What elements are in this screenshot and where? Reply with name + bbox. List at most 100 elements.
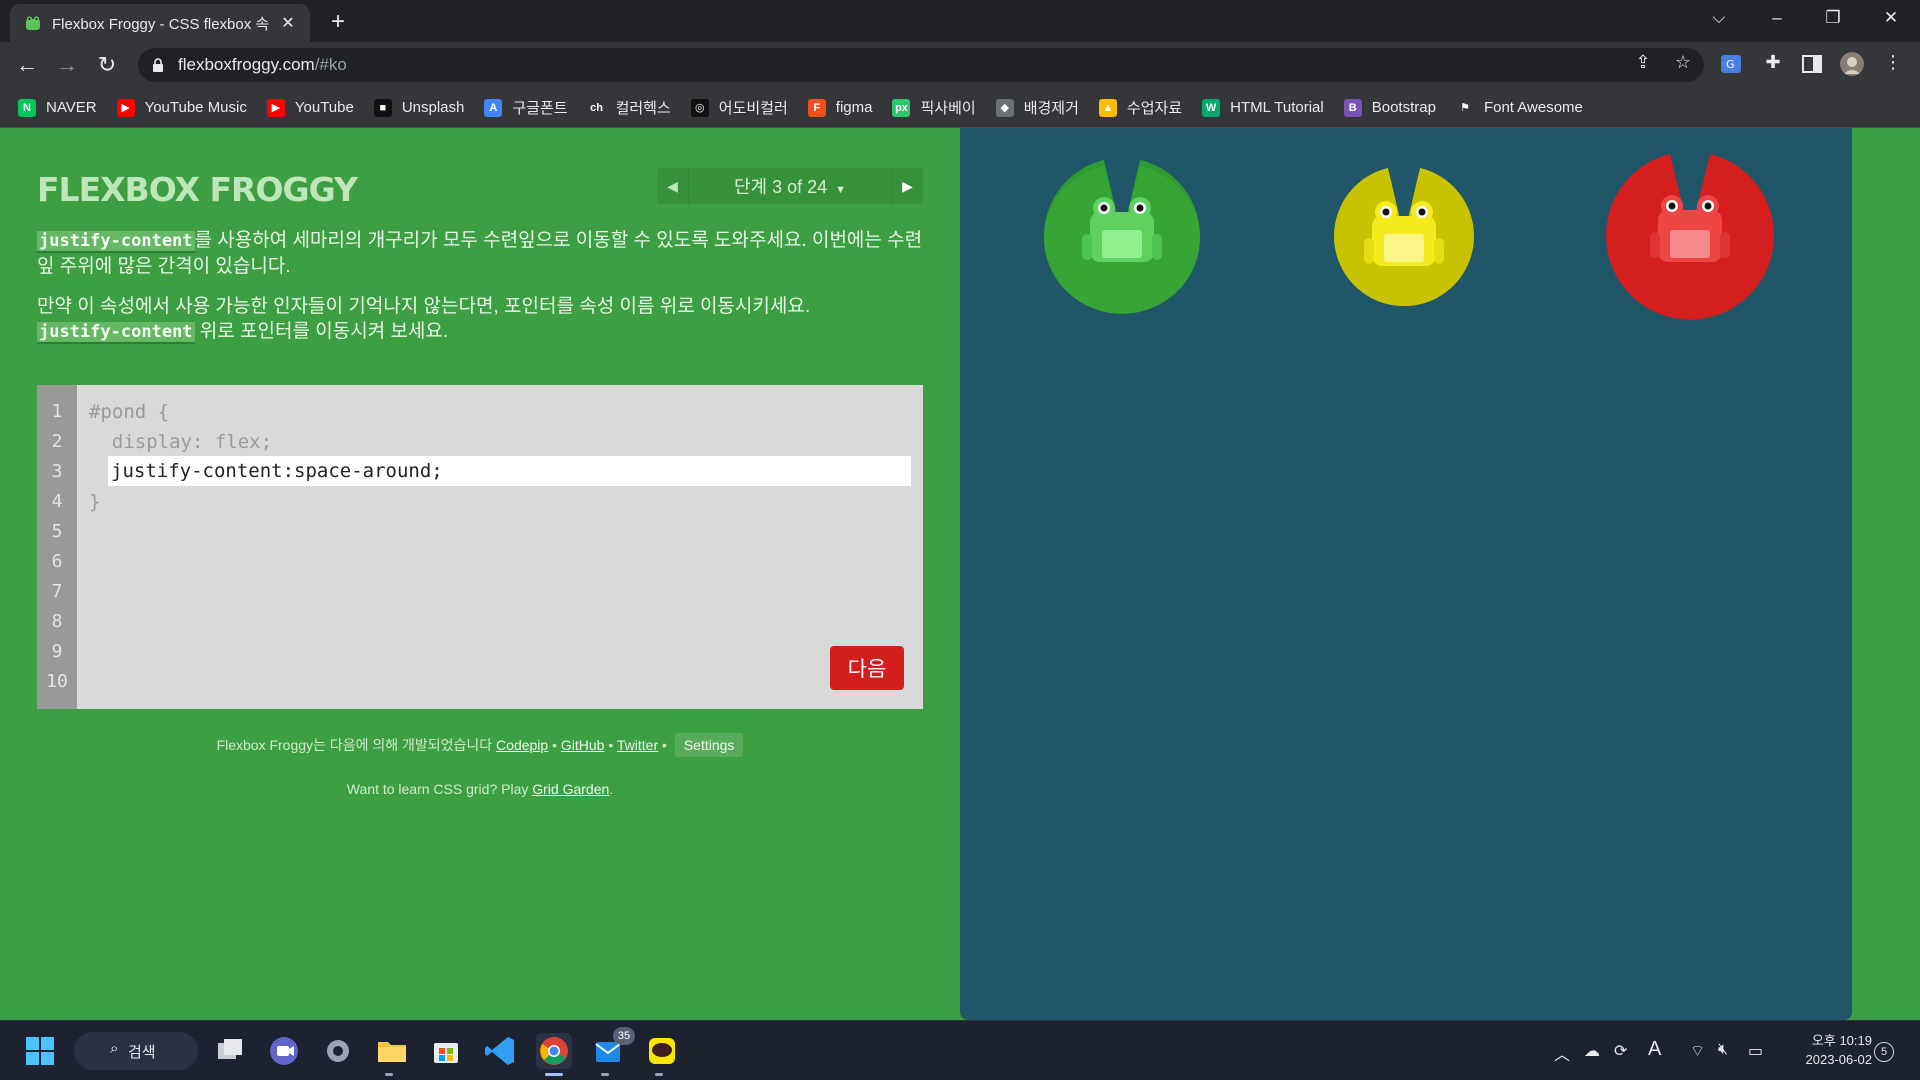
tab-strip: Flexbox Froggy - CSS flexbox 속 ✕ + ⌵ – ❐… bbox=[0, 0, 1920, 42]
google-translate-icon[interactable]: G bbox=[1720, 52, 1744, 76]
line-number: 4 bbox=[51, 491, 63, 512]
bookmark-label: 구글폰트 bbox=[512, 100, 568, 117]
pond-board bbox=[960, 128, 1852, 1020]
line-number: 7 bbox=[51, 581, 63, 602]
kakaotalk-running-indicator bbox=[655, 1073, 663, 1076]
bookmark-pixabay[interactable]: px 픽사베이 bbox=[892, 97, 976, 118]
frog-favicon-icon bbox=[26, 16, 40, 30]
bookmark-figma[interactable]: Ffigma bbox=[807, 98, 872, 117]
back-button[interactable]: ← bbox=[12, 50, 42, 80]
tray-overflow-chevron-icon[interactable]: ︿ bbox=[1554, 1041, 1570, 1065]
next-level-arrow-icon[interactable]: ▶ bbox=[891, 168, 923, 204]
bookmark-remove-bg[interactable]: ◆ 배경제거 bbox=[995, 97, 1079, 118]
level-indicator[interactable]: 단계 3 of 24 ▼ bbox=[689, 173, 891, 199]
font-awesome-icon: ⚑ bbox=[1455, 98, 1474, 117]
taskbar-search[interactable]: ⌕ 검색 bbox=[74, 1032, 198, 1070]
battery-icon[interactable]: ▭ bbox=[1748, 1041, 1763, 1061]
bookmark-w3schools[interactable]: W HTML Tutorial bbox=[1202, 98, 1324, 117]
address-bar[interactable]: flexboxfroggy.com/#ko bbox=[138, 48, 1704, 82]
bookmark-youtube-music[interactable]: ▶ YouTube Music bbox=[116, 98, 247, 117]
bookmark-naver[interactable]: N NAVER bbox=[18, 98, 97, 117]
minimize-button[interactable]: – bbox=[1762, 8, 1792, 28]
reload-button[interactable]: ↻ bbox=[92, 50, 122, 80]
kakaotalk-icon[interactable] bbox=[644, 1033, 680, 1069]
tab-title: Flexbox Froggy - CSS flexbox 속 bbox=[52, 15, 270, 33]
twitter-link[interactable]: Twitter bbox=[617, 737, 658, 753]
onedrive-cloud-icon[interactable]: ☁ bbox=[1584, 1041, 1600, 1061]
previous-level-arrow-icon[interactable]: ◀ bbox=[657, 168, 689, 204]
red-lilypad-with-frog bbox=[1606, 154, 1774, 320]
bookmark-font-awesome[interactable]: ⚑ Font Awesome bbox=[1455, 98, 1583, 117]
microsoft-store-icon[interactable] bbox=[428, 1033, 464, 1069]
green-lilypad-with-frog bbox=[1044, 160, 1200, 314]
game-logo: FLEXBOX FROGGY bbox=[37, 170, 358, 209]
task-view-icon[interactable] bbox=[212, 1033, 248, 1069]
css-code-input[interactable] bbox=[108, 456, 911, 486]
bookmark-unsplash[interactable]: ■ Unsplash bbox=[373, 98, 464, 117]
grid-garden-link[interactable]: Grid Garden bbox=[532, 781, 609, 797]
profile-avatar[interactable] bbox=[1840, 52, 1864, 76]
line-number: 3 bbox=[51, 461, 63, 482]
line-number: 9 bbox=[51, 641, 63, 662]
green-frog-icon bbox=[1082, 197, 1162, 262]
justify-content-hint-keyword[interactable]: justify-content bbox=[37, 322, 195, 344]
taskbar-clock[interactable]: 오후 10:19 2023-06-02 bbox=[1782, 1031, 1873, 1069]
windows-taskbar: ⌕ 검색 35 ︿ ☁ ⟳ A ⌔ 🔇︎ ▭ 오후 10:19 2023-06-… bbox=[0, 1020, 1920, 1080]
speaker-muted-icon[interactable]: 🔇︎ bbox=[1718, 1041, 1728, 1059]
url-text: flexboxfroggy.com/#ko bbox=[178, 55, 347, 74]
youtube-music-icon: ▶ bbox=[116, 98, 135, 117]
instructions-paragraph-1: justify-content 를 사용하여 세마리의 개구리가 모두 수련잎으로… bbox=[37, 230, 923, 277]
line-number: 5 bbox=[51, 521, 63, 542]
sync-icon[interactable]: ⟳ bbox=[1614, 1041, 1627, 1061]
windows-start-icon[interactable] bbox=[22, 1033, 58, 1069]
unsplash-icon: ■ bbox=[373, 98, 392, 117]
close-tab-icon[interactable]: ✕ bbox=[278, 13, 298, 33]
vscode-icon[interactable] bbox=[482, 1033, 518, 1069]
input-method-icon[interactable]: A bbox=[1648, 1038, 1661, 1061]
bookmark-star-icon[interactable]: ☆ bbox=[1670, 52, 1696, 73]
bookmark-label: 컬러헥스 bbox=[615, 100, 671, 117]
new-tab-button[interactable]: + bbox=[324, 8, 352, 36]
bookmark-google-drive[interactable]: ▲ 수업자료 bbox=[1098, 97, 1182, 118]
grid-garden-promo: Want to learn CSS grid? Play Grid Garden… bbox=[346, 781, 614, 797]
wifi-icon[interactable]: ⌔ bbox=[1690, 1041, 1705, 1061]
bookmark-google-fonts[interactable]: A 구글폰트 bbox=[484, 97, 568, 118]
extensions-puzzle-icon[interactable]: ✚ bbox=[1760, 52, 1786, 73]
share-icon[interactable]: ⇪ bbox=[1630, 52, 1656, 73]
tab-search-chevron-icon[interactable]: ⌵ bbox=[1704, 8, 1734, 28]
bookmark-youtube[interactable]: ▶ YouTube bbox=[266, 98, 354, 117]
restore-button[interactable]: ❐ bbox=[1818, 8, 1848, 28]
line-number: 2 bbox=[51, 431, 63, 452]
next-button[interactable]: 다음 bbox=[830, 646, 904, 690]
browser-tab-active[interactable]: Flexbox Froggy - CSS flexbox 속 ✕ bbox=[10, 4, 310, 42]
clock-time: 오후 10:19 bbox=[1811, 1033, 1872, 1048]
close-window-button[interactable]: ✕ bbox=[1876, 8, 1906, 28]
teams-chat-icon[interactable] bbox=[266, 1033, 302, 1069]
browser-menu-icon[interactable]: ⋮ bbox=[1880, 52, 1906, 73]
bookmark-label: 배경제거 bbox=[1023, 100, 1079, 117]
line-number: 1 bbox=[51, 401, 63, 422]
file-explorer-icon[interactable] bbox=[374, 1033, 410, 1069]
bookmark-bootstrap[interactable]: B Bootstrap bbox=[1343, 98, 1436, 117]
level-navigation: ◀ 단계 3 of 24 ▼ ▶ bbox=[657, 168, 923, 204]
side-panel-icon[interactable] bbox=[1800, 52, 1824, 76]
forward-button[interactable]: → bbox=[52, 50, 82, 80]
notification-count-badge[interactable]: 5 bbox=[1874, 1042, 1894, 1062]
bookmarks-bar: N NAVER ▶ YouTube Music ▶ YouTube ■ Unsplash A 구글… bbox=[0, 88, 1920, 128]
justify-content-keyword[interactable]: justify-content bbox=[37, 231, 195, 253]
bookmark-adobe-color[interactable]: ◎ 어도비컬러 bbox=[690, 97, 788, 118]
lock-icon bbox=[153, 58, 163, 72]
yellow-lilypad-with-frog bbox=[1334, 168, 1474, 307]
github-link[interactable]: GitHub bbox=[561, 737, 605, 753]
chrome-icon[interactable] bbox=[536, 1033, 572, 1069]
settings-button[interactable]: Settings bbox=[674, 733, 744, 757]
bookmark-colorhex[interactable]: ch 컬러헥스 bbox=[587, 97, 671, 118]
instructions-panel: FLEXBOX FROGGY ◀ 단계 3 of 24 ▼ ▶ justify-c… bbox=[0, 128, 960, 1020]
search-icon: ⌕ bbox=[110, 1040, 119, 1057]
clock-date: 2023-06-02 bbox=[1805, 1052, 1873, 1067]
instructions-paragraph-2: 만약 이 속성에서 사용 가능한 인자들이 기억나지 않는다면, 포인터를 속성… bbox=[37, 296, 811, 344]
adobe-color-icon: ◎ bbox=[690, 98, 709, 117]
settings-gear-icon[interactable] bbox=[320, 1033, 356, 1069]
codepip-link[interactable]: Codepip bbox=[496, 737, 548, 753]
naver-icon: N bbox=[18, 98, 36, 117]
